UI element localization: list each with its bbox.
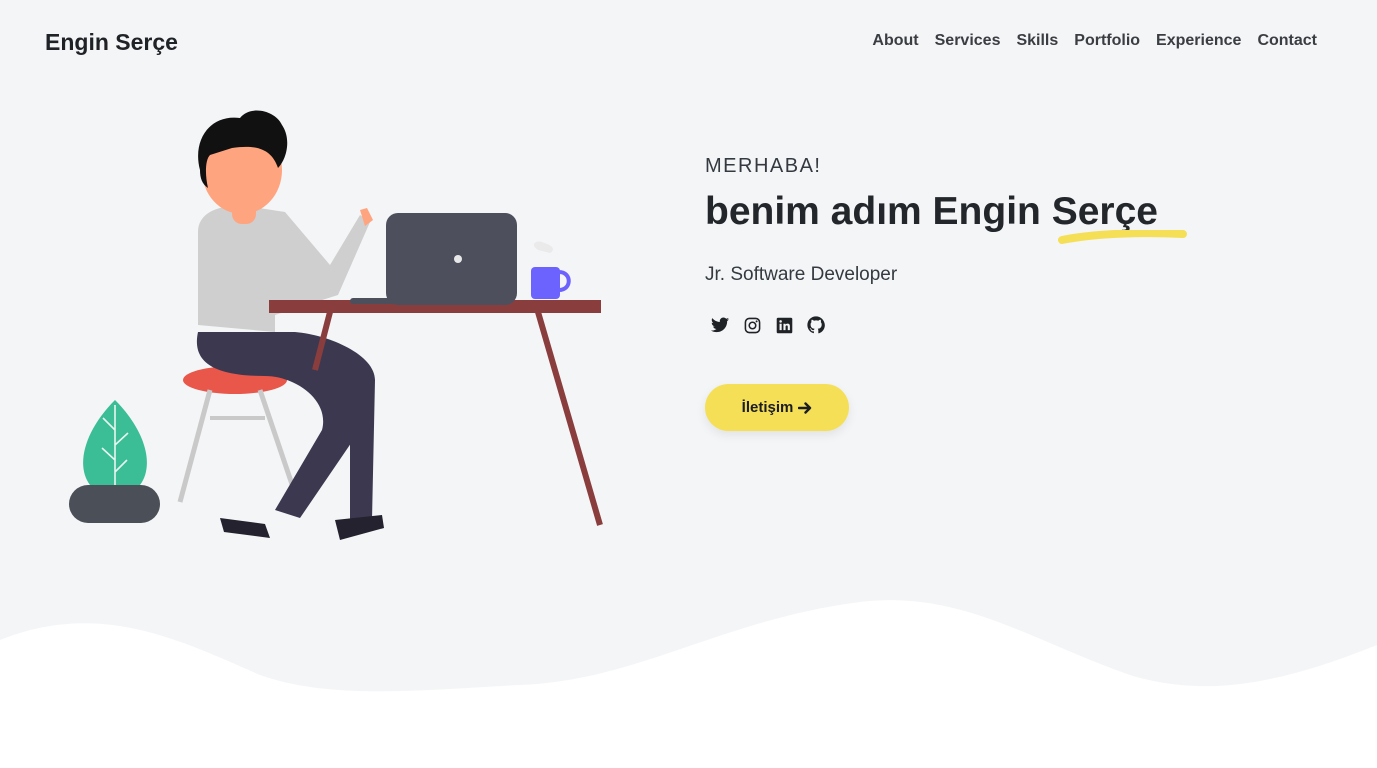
laptop-illustration xyxy=(350,213,517,305)
nav-services[interactable]: Services xyxy=(935,32,1001,50)
headline-name-last: Serçe xyxy=(1051,190,1187,244)
headline-prefix: benim adım Engin xyxy=(705,190,1041,233)
nav-portfolio[interactable]: Portfolio xyxy=(1074,32,1140,50)
twitter-icon[interactable] xyxy=(711,316,729,334)
nav-experience[interactable]: Experience xyxy=(1156,32,1241,50)
instagram-icon[interactable] xyxy=(743,316,761,334)
hero-headline: benim adım Engin Serçe xyxy=(705,190,1187,244)
nav-about[interactable]: About xyxy=(872,32,918,50)
linkedin-icon[interactable] xyxy=(775,316,793,334)
nav-skills[interactable]: Skills xyxy=(1016,32,1058,50)
brand-logo[interactable]: Engin Serçe xyxy=(45,29,178,56)
desk-illustration xyxy=(269,300,603,526)
headline-last-text: Serçe xyxy=(1051,190,1158,233)
contact-button-label: İletişim xyxy=(741,399,794,416)
hero-role: Jr. Software Developer xyxy=(705,264,898,285)
bottom-wave xyxy=(0,600,1377,768)
stool-illustration xyxy=(177,366,301,503)
social-links xyxy=(711,316,1158,334)
nav-contact[interactable]: Contact xyxy=(1257,32,1317,50)
contact-button[interactable]: İletişim xyxy=(705,384,849,431)
mug-illustration xyxy=(531,241,571,299)
plant-illustration xyxy=(69,400,160,523)
main-nav: About Services Skills Portfolio Experien… xyxy=(872,32,1317,50)
arrow-right-icon xyxy=(798,401,812,414)
github-icon[interactable] xyxy=(807,316,825,334)
developer-illustration xyxy=(69,110,603,540)
hero-greeting: MERHABA! xyxy=(705,155,822,177)
hero-section: MERHABA! benim adım Engin Serçe Jr. Soft… xyxy=(705,155,1187,431)
highlight-underline xyxy=(1057,230,1187,244)
